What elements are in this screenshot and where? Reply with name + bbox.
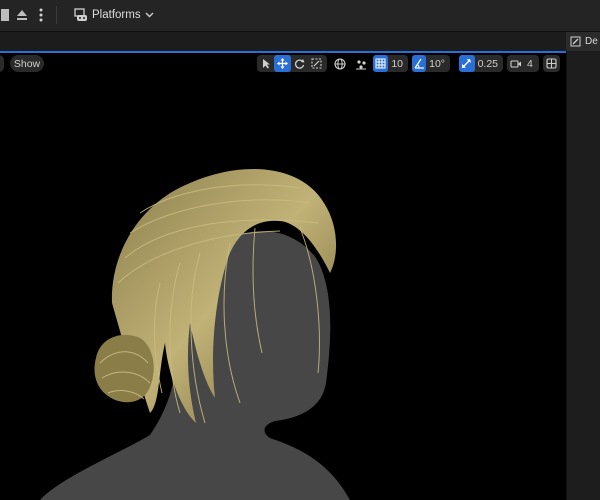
surface-snap-icon — [355, 59, 366, 69]
rotate-icon — [295, 59, 305, 69]
grid-snap-group[interactable]: 10 — [373, 55, 408, 72]
layout-grid-icon — [546, 58, 557, 69]
transform-tools — [257, 55, 327, 72]
scale-snap-icon — [462, 59, 472, 68]
show-button[interactable]: Show — [10, 55, 44, 72]
scale-icon — [311, 58, 322, 69]
details-panel — [566, 51, 600, 500]
surface-snapping-button[interactable] — [352, 55, 369, 72]
move-icon — [277, 58, 288, 69]
grid-snap-value: 10 — [391, 57, 403, 70]
viewport-tab-strip — [0, 32, 600, 51]
platforms-icon — [74, 8, 87, 21]
pencil-icon — [570, 36, 581, 47]
globe-icon — [333, 57, 346, 70]
camera-speed-button[interactable]: 4 — [507, 55, 539, 72]
select-tool-button[interactable] — [257, 55, 274, 72]
world-local-toggle[interactable] — [331, 55, 348, 72]
kebab-menu-icon — [39, 8, 43, 22]
scale-snap-group[interactable]: 0.25 — [459, 55, 503, 72]
scale-tool-button[interactable] — [308, 55, 325, 72]
stop-button[interactable] — [0, 4, 10, 26]
rotation-snap-group[interactable]: 10° — [412, 55, 450, 72]
hair-bun — [94, 334, 154, 403]
translate-tool-button[interactable] — [274, 55, 291, 72]
rotate-tool-button[interactable] — [291, 55, 308, 72]
platforms-label: Platforms — [92, 9, 141, 21]
main-toolbar: Platforms — [0, 0, 600, 32]
eject-icon — [17, 10, 27, 20]
grid-snap-toggle[interactable] — [373, 55, 389, 72]
chevron-down-icon — [145, 12, 154, 18]
eject-button[interactable] — [12, 4, 32, 26]
toolbar-divider — [56, 6, 57, 24]
scale-snap-toggle[interactable] — [459, 55, 475, 72]
camera-icon — [509, 59, 521, 68]
camera-speed-value: 4 — [527, 57, 533, 70]
cursor-icon — [262, 59, 270, 69]
grid-icon — [375, 58, 386, 69]
viewport-options-button[interactable] — [0, 55, 4, 72]
show-label: Show — [13, 57, 41, 70]
rotation-snap-toggle[interactable] — [412, 55, 427, 72]
tab-details[interactable]: De — [566, 32, 600, 51]
stop-icon — [1, 9, 9, 21]
scale-snap-value: 0.25 — [477, 57, 498, 70]
angle-icon — [414, 58, 424, 69]
more-options-button[interactable] — [34, 4, 48, 26]
platforms-dropdown[interactable]: Platforms — [68, 4, 160, 26]
details-tab-label: De — [585, 36, 598, 47]
level-viewport[interactable]: Show 10 10° 0.25 4 — [0, 53, 566, 500]
viewport-scene — [40, 169, 350, 500]
viewport-layout-button[interactable] — [543, 55, 560, 72]
rotation-snap-value: 10° — [429, 57, 445, 70]
viewport-toolbar: Show 10 10° 0.25 4 — [0, 53, 566, 75]
